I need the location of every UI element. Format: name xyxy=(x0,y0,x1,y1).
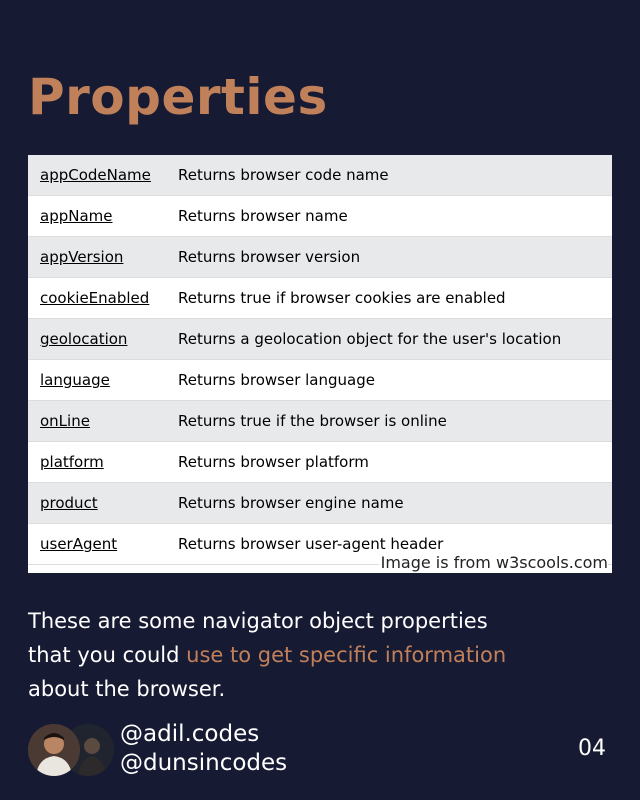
table-row: onLine Returns true if the browser is onl… xyxy=(28,401,612,442)
property-link[interactable]: appVersion xyxy=(28,248,178,266)
property-link[interactable]: appCodeName xyxy=(28,166,178,184)
handle-adil[interactable]: @adil.codes xyxy=(120,720,287,749)
properties-table: appCodeName Returns browser code name appN… xyxy=(28,155,612,573)
caption-part2: about the browser. xyxy=(28,677,226,701)
property-link[interactable]: geolocation xyxy=(28,330,178,348)
table-row: product Returns browser engine name xyxy=(28,483,612,524)
caption-text: These are some navigator object properti… xyxy=(28,604,508,706)
property-link[interactable]: cookieEnabled xyxy=(28,289,178,307)
table-row: appVersion Returns browser version xyxy=(28,237,612,278)
property-description: Returns browser engine name xyxy=(178,494,404,512)
caption-highlight: use to get specific information xyxy=(186,643,507,667)
property-description: Returns browser name xyxy=(178,207,348,225)
property-description: Returns browser platform xyxy=(178,453,369,471)
footer: @adil.codes @dunsincodes 04 xyxy=(28,720,612,780)
property-description: Returns true if browser cookies are enab… xyxy=(178,289,506,307)
property-description: Returns browser language xyxy=(178,371,375,389)
property-link[interactable]: language xyxy=(28,371,178,389)
page-title: Properties xyxy=(28,68,328,126)
property-link[interactable]: product xyxy=(28,494,178,512)
property-description: Returns browser user-agent header xyxy=(178,535,444,553)
avatar-adil xyxy=(28,724,80,776)
property-link[interactable]: platform xyxy=(28,453,178,471)
author-handles: @adil.codes @dunsincodes xyxy=(120,720,287,778)
property-link[interactable]: userAgent xyxy=(28,535,178,553)
property-link[interactable]: appName xyxy=(28,207,178,225)
property-description: Returns true if the browser is online xyxy=(178,412,447,430)
property-description: Returns a geolocation object for the use… xyxy=(178,330,562,348)
table-row: language Returns browser language xyxy=(28,360,612,401)
table-row: cookieEnabled Returns true if browser coo… xyxy=(28,278,612,319)
table-row: appName Returns browser name xyxy=(28,196,612,237)
person-avatar-icon xyxy=(28,724,80,776)
image-credit: Image is from w3scools.com xyxy=(378,553,608,572)
table-body: appCodeName Returns browser code name appN… xyxy=(28,155,612,565)
table-row: platform Returns browser platform xyxy=(28,442,612,483)
table-row: appCodeName Returns browser code name xyxy=(28,155,612,196)
property-link[interactable]: onLine xyxy=(28,412,178,430)
handle-dunsin[interactable]: @dunsincodes xyxy=(120,749,287,778)
table-row: geolocation Returns a geolocation object … xyxy=(28,319,612,360)
property-description: Returns browser code name xyxy=(178,166,389,184)
property-description: Returns browser version xyxy=(178,248,361,266)
page-number: 04 xyxy=(578,736,606,761)
